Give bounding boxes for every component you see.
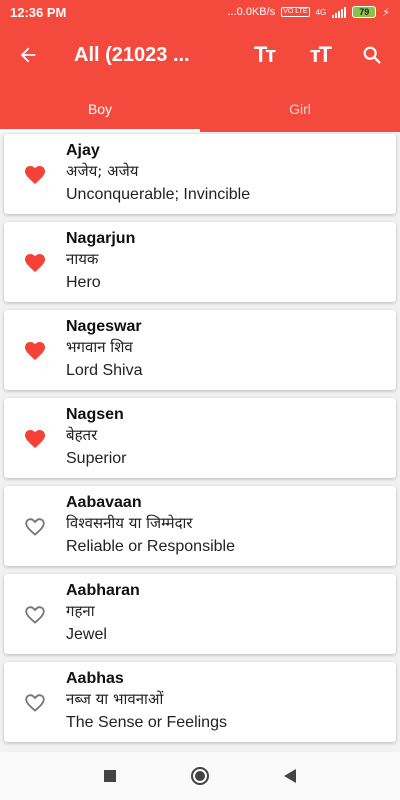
search-button[interactable] (348, 31, 396, 79)
favorite-button[interactable] (4, 662, 66, 742)
name-label: Nagarjun (66, 230, 136, 247)
recents-button[interactable] (95, 761, 125, 791)
favorite-button[interactable] (4, 222, 66, 302)
search-icon (363, 46, 381, 64)
battery-icon: 79 (352, 6, 377, 18)
english-meaning: Hero (66, 274, 101, 291)
hindi-meaning: नायक (66, 250, 99, 268)
name-label: Aabavaan (66, 494, 142, 511)
favorite-button[interactable] (4, 486, 66, 566)
favorite-button[interactable] (4, 398, 66, 478)
back-button[interactable] (0, 27, 56, 83)
english-meaning: Jewel (66, 626, 107, 643)
favorite-button[interactable] (4, 134, 66, 214)
hindi-meaning: नब्ज या भावनाओं (66, 690, 164, 708)
favorite-button[interactable] (4, 574, 66, 654)
back-arrow-icon (20, 47, 36, 63)
network-type: 4G (315, 7, 327, 17)
list-item[interactable]: Aabavaan विश्वसनीय या जिम्मेदार Reliable… (4, 486, 396, 566)
list-item[interactable]: Ajay अजेय; अजेय Unconquerable; Invincibl… (4, 134, 396, 214)
system-nav-bar (0, 752, 400, 800)
heart-filled-icon (25, 254, 45, 272)
heart-filled-icon (25, 166, 45, 184)
heart-filled-icon (25, 430, 45, 448)
hindi-meaning: गहना (66, 602, 95, 620)
volte-badge: VO LTE (281, 7, 310, 17)
favorite-button[interactable] (4, 310, 66, 390)
english-meaning: The Sense or Feelings (66, 714, 227, 731)
list-item[interactable]: Aabharan गहना Jewel (4, 574, 396, 654)
name-label: Aabharan (66, 582, 140, 599)
charging-icon: ⚡ (382, 6, 390, 19)
status-time: 12:36 PM (10, 4, 67, 20)
hindi-meaning: बेहतर (66, 426, 98, 444)
signal-icon (332, 6, 347, 18)
square-icon (104, 770, 116, 782)
hindi-meaning: विश्वसनीय या जिम्मेदार (66, 514, 193, 532)
english-meaning: Superior (66, 450, 127, 467)
list-item[interactable]: Aabhas नब्ज या भावनाओं The Sense or Feel… (4, 662, 396, 742)
name-label: Aabhas (66, 670, 124, 687)
tab-boy[interactable]: Boy (0, 86, 200, 132)
text-size-button[interactable]: Tт (240, 31, 288, 79)
page-title: All (21023 ... (74, 43, 190, 66)
app-bar: All (21023 ... Tт тT (0, 24, 400, 86)
home-button[interactable] (185, 761, 215, 791)
hindi-meaning: अजेय; अजेय (66, 162, 139, 180)
tab-girl[interactable]: Girl (200, 86, 400, 132)
name-label: Ajay (66, 142, 100, 159)
list-item[interactable]: Nagsen बेहतर Superior (4, 398, 396, 478)
net-speed: ...0.0KB/s (227, 6, 276, 18)
heart-outline-icon (25, 606, 45, 624)
heart-outline-icon (25, 518, 45, 536)
english-meaning: Reliable or Responsible (66, 538, 235, 555)
text-size-alt-button[interactable]: тT (296, 31, 344, 79)
name-label: Nagsen (66, 406, 124, 423)
back-nav-button[interactable] (275, 761, 305, 791)
triangle-back-icon (284, 769, 296, 783)
list-item[interactable]: Nagarjun नायक Hero (4, 222, 396, 302)
english-meaning: Lord Shiva (66, 362, 143, 379)
heart-outline-icon (25, 694, 45, 712)
heart-filled-icon (25, 342, 45, 360)
tab-bar: Boy Girl (0, 86, 400, 132)
name-label: Nageswar (66, 318, 142, 335)
circle-icon (191, 767, 209, 785)
status-bar: 12:36 PM ...0.0KB/s VO LTE 4G 79 ⚡ (0, 0, 400, 24)
english-meaning: Unconquerable; Invincible (66, 186, 251, 203)
names-list[interactable]: Ajay अजेय; अजेय Unconquerable; Invincibl… (0, 132, 400, 752)
list-item[interactable]: Nageswar भगवान शिव Lord Shiva (4, 310, 396, 390)
hindi-meaning: भगवान शिव (66, 338, 133, 356)
